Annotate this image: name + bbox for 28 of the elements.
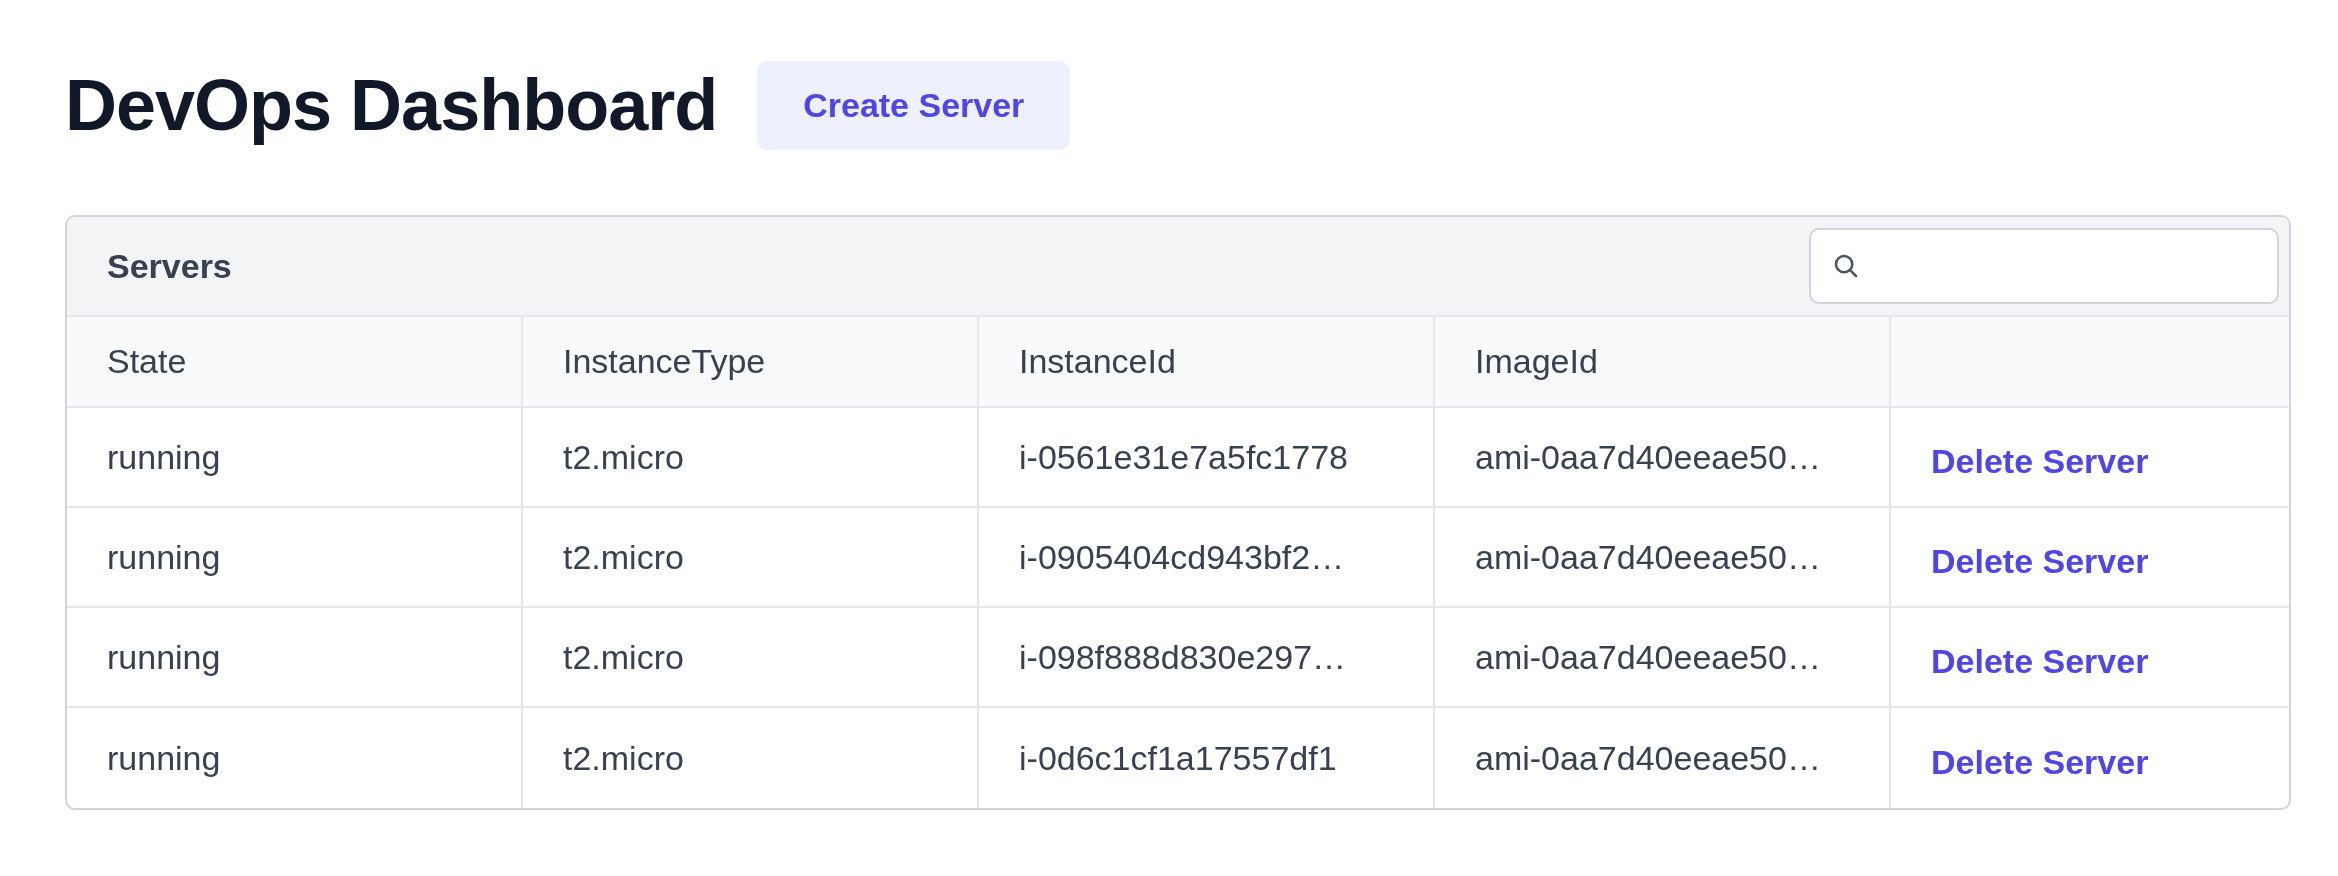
table-cell: ami-0aa7d40eeae50… xyxy=(1475,537,1821,577)
column-header: State xyxy=(107,342,187,381)
delete-server-button[interactable]: Delete Server xyxy=(1931,641,2149,681)
table-cell: i-0905404cd943bf2… xyxy=(1019,537,1345,577)
table-cell: ami-0aa7d40eeae50… xyxy=(1475,437,1821,477)
column-header: ImageId xyxy=(1475,342,1598,381)
table-cell: ami-0aa7d40eeae50… xyxy=(1475,637,1821,677)
table-cell: i-0d6c1cf1a17557df1 xyxy=(1019,738,1337,778)
table-cell: t2.micro xyxy=(563,437,684,477)
table-cell: i-0561e31e7a5fc1778 xyxy=(1019,437,1348,477)
panel-title: Servers xyxy=(107,246,232,286)
table-cell: t2.micro xyxy=(563,637,684,677)
table-cell: t2.micro xyxy=(563,738,684,778)
table-cell: t2.micro xyxy=(563,537,684,577)
table-cell: running xyxy=(107,637,221,677)
table-cell: running xyxy=(107,537,221,577)
column-header: InstanceType xyxy=(563,342,766,381)
table-cell: running xyxy=(107,738,221,778)
column-header: InstanceId xyxy=(1019,342,1176,381)
table-cell: running xyxy=(107,437,221,477)
search-field[interactable] xyxy=(1809,228,2279,304)
delete-server-button[interactable]: Delete Server xyxy=(1931,742,2149,782)
delete-server-button[interactable]: Delete Server xyxy=(1931,541,2149,581)
delete-server-button[interactable]: Delete Server xyxy=(1931,441,2149,481)
table-cell: i-098f888d830e297… xyxy=(1019,637,1347,677)
page-title: DevOps Dashboard xyxy=(65,64,718,146)
table-cell: ami-0aa7d40eeae50… xyxy=(1475,738,1821,778)
create-server-button[interactable]: Create Server xyxy=(757,60,1071,150)
